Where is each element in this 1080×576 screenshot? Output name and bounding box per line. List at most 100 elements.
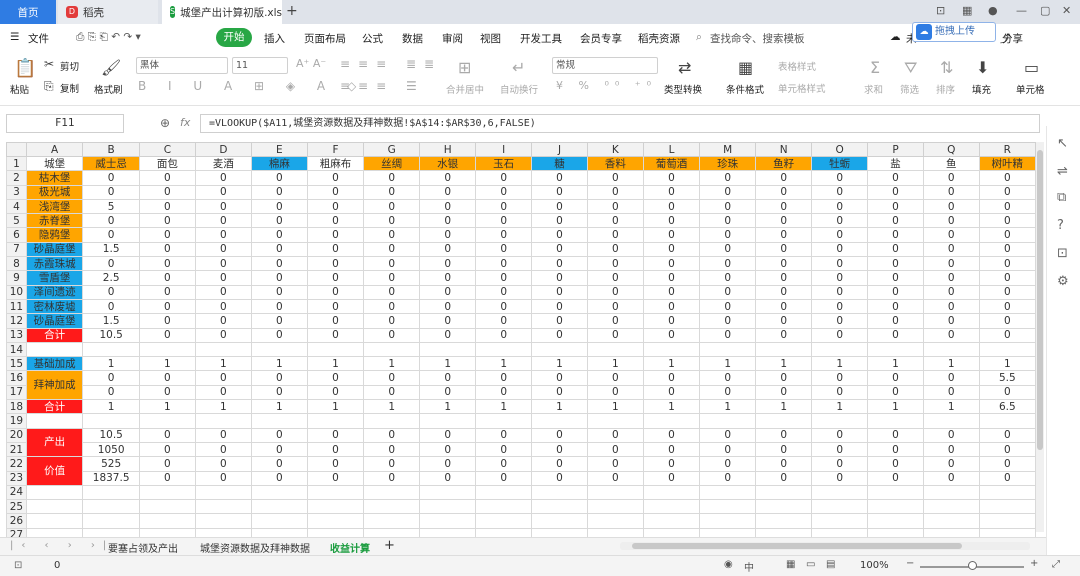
- cut-icon[interactable]: ✂: [44, 57, 54, 71]
- cell[interactable]: 0: [922, 298, 980, 315]
- cell[interactable]: 威士忌: [82, 155, 140, 172]
- cell[interactable]: 0: [306, 313, 365, 329]
- cell[interactable]: [922, 527, 980, 537]
- cell[interactable]: 合计: [25, 327, 84, 343]
- cell[interactable]: 0: [642, 213, 701, 229]
- cell[interactable]: 0: [138, 227, 196, 243]
- cell[interactable]: 0: [363, 470, 421, 486]
- cell[interactable]: 0: [419, 241, 477, 258]
- cell[interactable]: 0: [475, 327, 533, 343]
- cell[interactable]: 0: [194, 256, 252, 272]
- sort-icon[interactable]: ⇅: [940, 58, 953, 77]
- row-header[interactable]: 17: [6, 384, 27, 401]
- cell[interactable]: [531, 341, 588, 358]
- upload-tooltip[interactable]: ☁ 拖拽上传: [912, 22, 996, 42]
- help-icon[interactable]: ?: [1057, 218, 1064, 233]
- cell[interactable]: [586, 499, 644, 515]
- row-header[interactable]: 13: [6, 327, 27, 343]
- menu-start[interactable]: 开始: [216, 28, 252, 47]
- cell[interactable]: 0: [531, 456, 588, 472]
- cell[interactable]: [363, 513, 421, 529]
- cell[interactable]: 0: [922, 184, 980, 200]
- cell[interactable]: [306, 499, 365, 515]
- cell[interactable]: 0: [306, 298, 365, 315]
- cell[interactable]: 0: [586, 427, 644, 443]
- cell-style-label[interactable]: 单元格样式: [778, 81, 826, 95]
- cell[interactable]: 0: [419, 427, 477, 443]
- cell[interactable]: 0: [699, 298, 757, 315]
- cell[interactable]: 1: [642, 356, 701, 372]
- cell[interactable]: 砂晶庭堡: [25, 241, 84, 258]
- cell[interactable]: [586, 484, 644, 501]
- cell[interactable]: 1: [586, 356, 644, 372]
- cell[interactable]: 0: [755, 427, 813, 443]
- cell[interactable]: 0: [194, 170, 252, 186]
- row-header[interactable]: 21: [6, 441, 27, 458]
- cell[interactable]: 10.5: [82, 327, 140, 343]
- cell[interactable]: 0: [138, 241, 196, 258]
- cell[interactable]: [867, 513, 924, 529]
- properties-icon[interactable]: ⇌: [1057, 164, 1068, 179]
- format-painter-icon[interactable]: 🖌: [101, 58, 121, 77]
- column-header[interactable]: C: [138, 142, 196, 157]
- cell[interactable]: 0: [250, 456, 308, 472]
- cell[interactable]: [306, 527, 365, 537]
- cell[interactable]: 6.5: [978, 399, 1036, 415]
- cell[interactable]: 0: [419, 298, 477, 315]
- convert-label[interactable]: 类型转换: [664, 82, 702, 96]
- cell[interactable]: 0: [250, 213, 308, 229]
- cell[interactable]: 0: [811, 170, 869, 186]
- cell[interactable]: 0: [699, 170, 757, 186]
- cell[interactable]: [531, 499, 588, 515]
- cell[interactable]: 0: [867, 184, 924, 200]
- font-style-icons[interactable]: B I U A ⊞ ◈ A ◇: [138, 79, 365, 93]
- cell[interactable]: 0: [867, 470, 924, 486]
- cell[interactable]: 0: [586, 270, 644, 286]
- cell[interactable]: 0: [475, 184, 533, 200]
- cell[interactable]: [475, 513, 533, 529]
- cell[interactable]: [25, 484, 84, 501]
- cell[interactable]: 合计: [25, 399, 84, 415]
- cell[interactable]: 0: [642, 170, 701, 186]
- cell[interactable]: 0: [419, 370, 477, 386]
- cell[interactable]: 1: [755, 356, 813, 372]
- cell[interactable]: 0: [922, 370, 980, 386]
- wrap-icon[interactable]: ↵: [512, 58, 525, 77]
- cell[interactable]: 0: [531, 170, 588, 186]
- cell[interactable]: 0: [194, 370, 252, 386]
- cell[interactable]: [250, 499, 308, 515]
- cell[interactable]: 0: [586, 213, 644, 229]
- cell[interactable]: 0: [82, 256, 140, 272]
- quick-toolbar-icons[interactable]: ⎙ ⎘ ⎗ ↶ ↷ ▾: [76, 31, 141, 44]
- cell[interactable]: 0: [138, 313, 196, 329]
- convert-icon[interactable]: ⇄: [678, 58, 691, 77]
- cell[interactable]: 1: [419, 399, 477, 415]
- cell[interactable]: 0: [978, 313, 1036, 329]
- restore-icon[interactable]: ▢: [1040, 4, 1050, 17]
- cell[interactable]: 525: [82, 456, 140, 472]
- cell[interactable]: [138, 527, 196, 537]
- cell[interactable]: 0: [922, 270, 980, 286]
- cell[interactable]: [194, 413, 252, 429]
- cell[interactable]: 0: [586, 198, 644, 215]
- cell[interactable]: 0: [978, 384, 1036, 401]
- cell[interactable]: 0: [363, 198, 421, 215]
- cell[interactable]: [867, 499, 924, 515]
- cell[interactable]: 1.5: [82, 241, 140, 258]
- merge-label[interactable]: 合并居中: [446, 82, 484, 96]
- cell[interactable]: 0: [699, 284, 757, 300]
- cell[interactable]: 0: [699, 213, 757, 229]
- menu-file[interactable]: 文件: [28, 31, 49, 46]
- cell[interactable]: 0: [867, 298, 924, 315]
- cell[interactable]: 0: [138, 384, 196, 401]
- menu-daoke-resources[interactable]: 稻壳资源: [638, 31, 680, 46]
- sort-label[interactable]: 排序: [936, 82, 955, 96]
- cell[interactable]: 0: [138, 470, 196, 486]
- cell[interactable]: 0: [978, 427, 1036, 443]
- cell[interactable]: 隐鸦堡: [25, 227, 84, 243]
- cell[interactable]: 0: [586, 256, 644, 272]
- cell[interactable]: 0: [306, 470, 365, 486]
- cell[interactable]: [867, 413, 924, 429]
- merge-icon[interactable]: ⊞: [458, 58, 471, 77]
- tab-daoke[interactable]: D 稻壳: [58, 0, 158, 24]
